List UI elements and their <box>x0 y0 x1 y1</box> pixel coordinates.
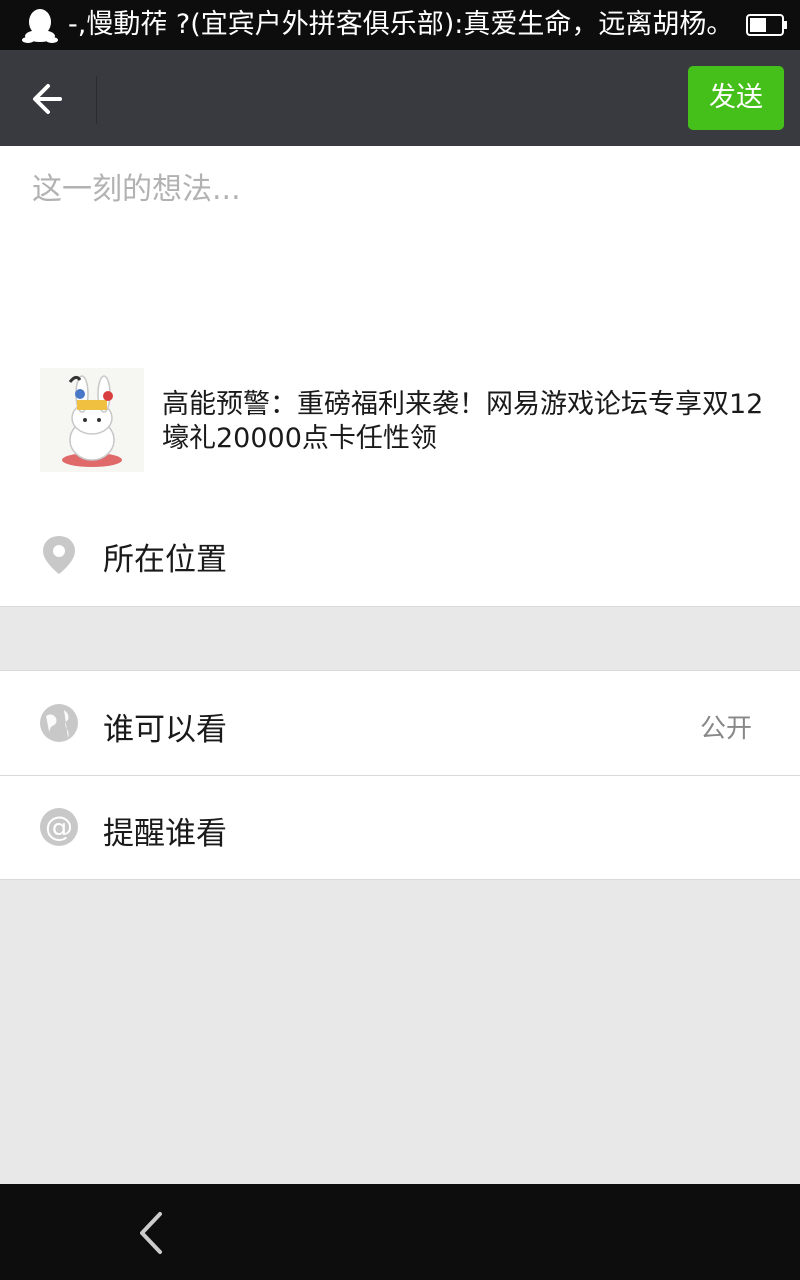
status-bar: -,慢動莋 ?(宜宾户外拼客俱乐部):真爱生命，远离胡杨。 <box>0 0 800 50</box>
location-row[interactable]: 所在位置 <box>0 504 800 607</box>
rabbit-thumbnail[interactable] <box>40 368 144 472</box>
back-arrow-icon[interactable] <box>24 74 74 124</box>
remind-label: 提醒谁看 <box>103 816 227 852</box>
compose-area: 这一刻的想法... 高能预警：重磅福利来袭！网易游戏论坛专享双12壕礼20000… <box>0 146 800 504</box>
location-pin-icon <box>43 536 75 574</box>
who-can-see-value: 公开 <box>699 714 752 744</box>
at-sign-icon: @ <box>40 808 78 846</box>
thought-input[interactable]: 这一刻的想法... <box>32 164 241 208</box>
who-can-see-label: 谁可以看 <box>103 712 227 748</box>
system-nav-bar <box>0 1184 800 1280</box>
shared-link-title[interactable]: 高能预警：重磅福利来袭！网易游戏论坛专享双12壕礼20000点卡任性领 <box>162 388 772 456</box>
remind-row[interactable]: @ 提醒谁看 <box>0 775 800 879</box>
who-can-see-row[interactable]: 谁可以看 公开 <box>0 671 800 776</box>
svg-text:@: @ <box>45 810 73 843</box>
visibility-group: 谁可以看 公开 @ 提醒谁看 <box>0 670 800 880</box>
notification-text: -,慢動莋 ?(宜宾户外拼客俱乐部):真爱生命，远离胡杨。 <box>68 9 728 40</box>
qq-penguin-icon <box>22 9 58 43</box>
location-label: 所在位置 <box>103 542 227 578</box>
nav-back-icon[interactable] <box>132 1208 172 1258</box>
header-divider <box>96 76 97 124</box>
header-bar: 发送 <box>0 50 800 146</box>
battery-icon <box>746 14 787 36</box>
send-button[interactable]: 发送 <box>688 66 784 130</box>
globe-icon <box>40 704 78 742</box>
